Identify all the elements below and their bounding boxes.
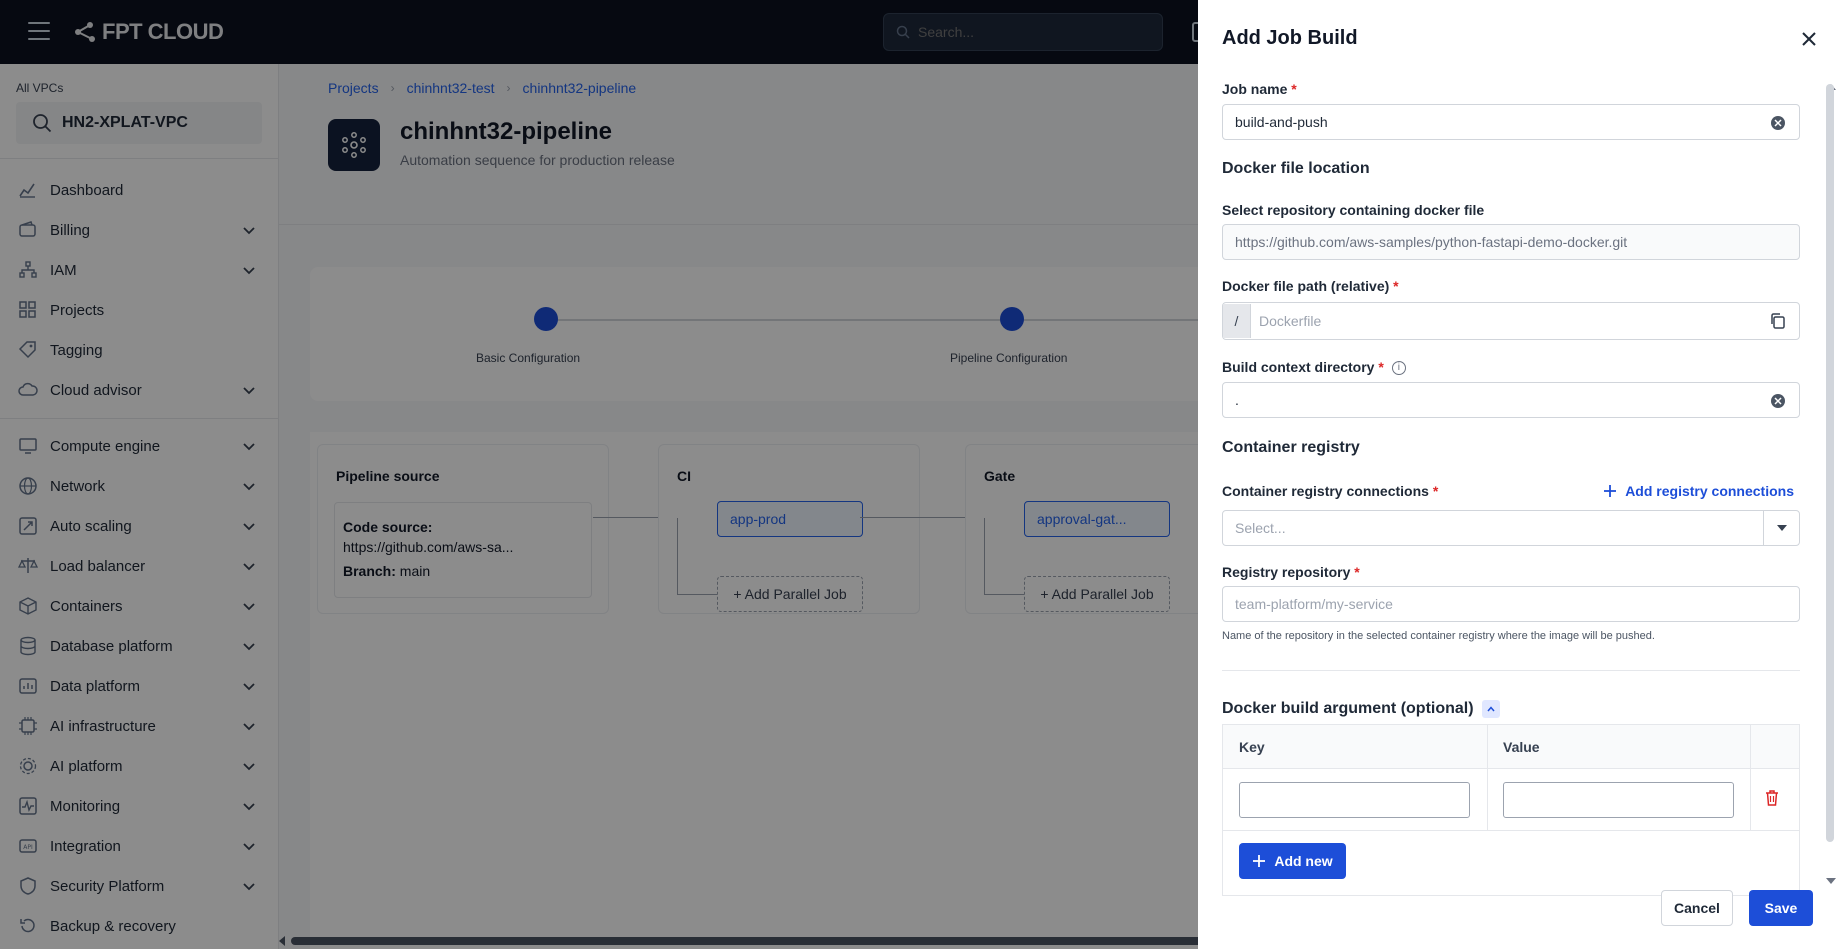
divider [1222, 670, 1800, 671]
save-button[interactable]: Save [1749, 890, 1813, 926]
registry-heading: Container registry [1222, 439, 1360, 456]
add-new-label: Add new [1274, 853, 1333, 869]
repo-input[interactable]: https://github.com/aws-samples/python-fa… [1222, 224, 1800, 260]
scroll-down-arrow-icon[interactable] [1826, 878, 1836, 884]
drawer-title: Add Job Build [1222, 27, 1358, 49]
value-column-header: Value [1503, 739, 1540, 755]
repo-value: https://github.com/aws-samples/python-fa… [1235, 234, 1628, 250]
build-context-input[interactable]: . [1222, 382, 1800, 418]
add-job-build-drawer: Add Job Build Job name * build-and-push … [1198, 0, 1838, 949]
job-name-label: Job name * [1222, 81, 1297, 97]
registry-repo-hint: Name of the repository in the selected c… [1222, 630, 1655, 642]
dockerfile-path-input[interactable]: / Dockerfile [1222, 302, 1800, 340]
dockerfile-path-label: Docker file path (relative) * [1222, 278, 1399, 294]
add-registry-connections-button[interactable]: Add registry connections [1603, 483, 1794, 499]
build-args-heading: Docker build argument (optional) [1222, 700, 1500, 718]
add-registry-label: Add registry connections [1625, 483, 1794, 499]
path-prefix: / [1223, 304, 1251, 338]
vertical-scrollbar[interactable] [1826, 84, 1834, 842]
table-row [1223, 769, 1799, 831]
chevron-down-icon[interactable] [1763, 511, 1799, 545]
job-name-input[interactable]: build-and-push [1222, 104, 1800, 140]
build-arg-key-input[interactable] [1239, 782, 1470, 818]
registry-repo-label: Registry repository * [1222, 564, 1360, 580]
key-column-header: Key [1239, 739, 1265, 755]
registry-repo-placeholder: team-platform/my-service [1235, 596, 1393, 612]
cancel-button[interactable]: Cancel [1661, 890, 1733, 926]
registry-conn-select[interactable]: Select... [1222, 510, 1800, 546]
build-arg-value-input[interactable] [1503, 782, 1734, 818]
table-header: Key Value [1223, 725, 1799, 769]
registry-conn-placeholder: Select... [1235, 520, 1286, 536]
registry-conn-label: Container registry connections * [1222, 483, 1439, 499]
build-context-value: . [1235, 392, 1239, 408]
build-args-table: Key Value Add new [1222, 724, 1800, 896]
chevron-up-icon[interactable] [1481, 700, 1500, 718]
close-icon[interactable] [1798, 28, 1820, 50]
plus-icon [1253, 855, 1266, 867]
trash-icon[interactable] [1764, 789, 1780, 807]
registry-repo-input[interactable]: team-platform/my-service [1222, 586, 1800, 622]
repo-label: Select repository containing docker file [1222, 202, 1485, 218]
clear-icon[interactable] [1771, 394, 1785, 408]
job-name-value: build-and-push [1235, 114, 1328, 130]
docker-location-heading: Docker file location [1222, 160, 1370, 177]
info-icon[interactable]: i [1391, 361, 1406, 376]
copy-icon[interactable] [1769, 312, 1787, 330]
build-context-label: Build context directory * i [1222, 359, 1406, 376]
clear-icon[interactable] [1771, 116, 1785, 130]
plus-icon [1604, 485, 1617, 497]
dockerfile-placeholder: Dockerfile [1259, 313, 1322, 329]
add-new-button[interactable]: Add new [1239, 843, 1346, 879]
